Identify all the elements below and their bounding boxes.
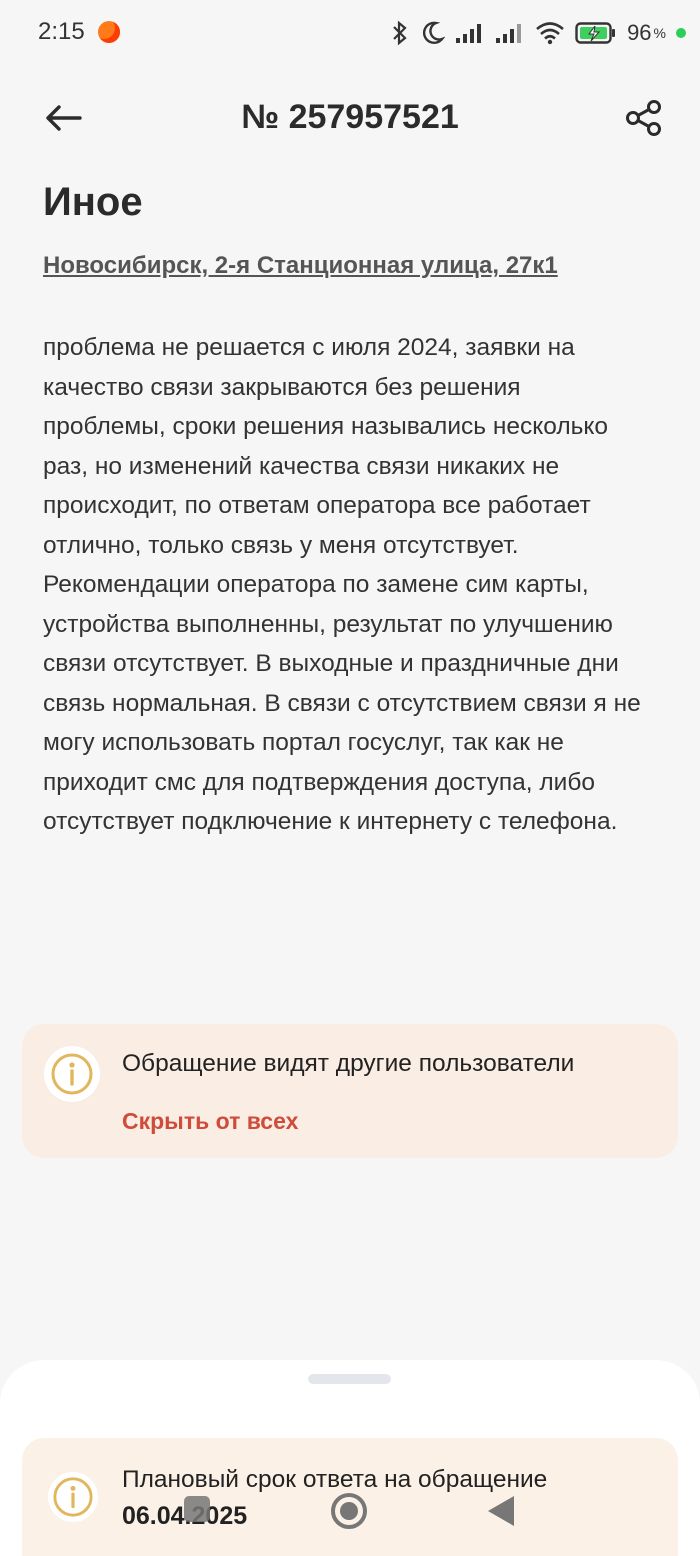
info-icon <box>44 1046 100 1102</box>
share-icon <box>626 100 661 136</box>
system-nav-bar <box>0 1482 700 1542</box>
appeal-description: проблема не решается с июля 2024, заявки… <box>43 334 641 835</box>
recent-apps-button[interactable] <box>184 1496 210 1522</box>
page-title: № 257957521 <box>241 98 459 136</box>
status-bar: 2:15 96 % <box>0 0 700 66</box>
share-button[interactable] <box>622 96 666 140</box>
appeal-category: Иное <box>43 180 143 224</box>
status-icons: 96 % <box>389 18 686 48</box>
home-button[interactable] <box>331 1493 367 1529</box>
privacy-indicator-dot <box>676 28 686 38</box>
bluetooth-icon <box>393 20 407 46</box>
signal-2-icon <box>496 24 522 43</box>
signal-1-icon <box>456 24 482 43</box>
battery-unit: % <box>653 25 666 41</box>
status-time: 2:15 <box>38 18 85 45</box>
system-back-button[interactable] <box>488 1496 514 1526</box>
home-icon <box>340 1502 358 1520</box>
notification-app-icon <box>98 21 120 43</box>
visibility-card: Обращение видят другие пользователи Скры… <box>22 1024 678 1158</box>
appeal-address-link[interactable]: Новосибирск, 2-я Станционная улица, 27к1 <box>43 252 558 280</box>
battery-charging-icon <box>575 22 616 44</box>
hide-from-all-button[interactable]: Скрыть от всех <box>122 1108 298 1135</box>
wifi-icon <box>536 22 564 45</box>
moon-icon <box>423 21 446 44</box>
app-header: № 257957521 <box>0 80 700 160</box>
battery-level: 96 <box>627 20 652 45</box>
visibility-text: Обращение видят другие пользователи <box>122 1050 575 1077</box>
drag-handle[interactable] <box>308 1374 391 1384</box>
